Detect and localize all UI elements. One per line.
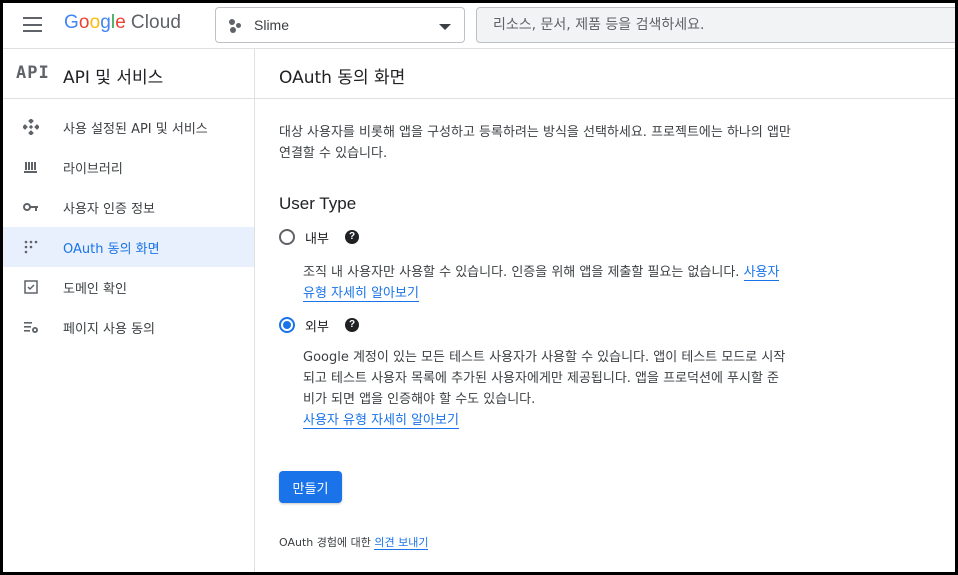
domain-verify-icon [24,280,38,294]
user-type-heading: User Type [279,194,357,213]
sidebar-item-page-usage-agreement[interactable]: 페이지 사용 동의 [3,307,254,347]
project-picker[interactable]: Slime [215,7,465,43]
project-icon [229,19,243,33]
internal-label: 내부 [305,232,329,247]
main-content: OAuth 동의 화면 대상 사용자를 비롯해 앱을 구성하고 등록하려는 방식… [255,49,955,572]
sidebar: API API 및 서비스 사용 설정된 API 및 서비스 라이브러리 사용자… [3,49,255,572]
internal-description: 조직 내 사용자만 사용할 수 있습니다. 인증을 위해 앱을 제출할 필요는 … [303,265,780,302]
oauth-icon [24,240,38,254]
sidebar-item-label: 라이브러리 [63,162,123,177]
internal-help-icon[interactable]: ? [345,230,359,244]
search-box[interactable] [476,7,955,43]
feedback-text: OAuth 경험에 대한 [279,536,371,549]
external-option: 외부 ? [279,314,399,338]
google-cloud-logo[interactable]: Google Cloud [64,12,181,34]
sidebar-item-label: OAuth 동의 화면 [63,242,160,257]
search-input[interactable] [477,8,955,42]
page-description: 대상 사용자를 비롯해 앱을 구성하고 등록하려는 방식을 선택하세요. 프로젝… [279,125,791,161]
hamburger-menu-icon[interactable] [23,17,42,32]
enabled-apis-icon [23,119,39,135]
page-settings-icon [24,322,38,333]
external-help-icon[interactable]: ? [345,318,359,332]
sidebar-item-enabled-apis[interactable]: 사용 설정된 API 및 서비스 [3,107,254,147]
sidebar-item-label: 사용 설정된 API 및 서비스 [63,122,208,137]
sidebar-header: API API 및 서비스 [3,49,254,99]
sidebar-item-label: 사용자 인증 정보 [63,202,155,217]
library-icon [24,162,37,173]
page-header: OAuth 동의 화면 [255,49,955,99]
key-icon [23,203,38,211]
top-bar: Google Cloud Slime [3,3,955,49]
feedback-line: OAuth 경험에 대한 의견 보내기 [279,534,429,550]
project-name: Slime [254,17,290,33]
sidebar-title: API 및 서비스 [63,68,164,88]
page-title: OAuth 동의 화면 [279,68,406,88]
sidebar-item-credentials[interactable]: 사용자 인증 정보 [3,187,254,227]
sidebar-item-label: 도메인 확인 [63,282,127,297]
create-button[interactable]: 만들기 [279,471,342,503]
api-logo-icon: API [16,63,50,83]
console-window: GoogleCloud Slime API API 및 서비스 [3,3,955,572]
external-description: Google 계정이 있는 모든 테스트 사용자가 사용할 수 있습니다. 앱이… [303,350,786,429]
internal-option: 내부 ? [279,226,399,250]
sidebar-item-label: 페이지 사용 동의 [63,322,155,337]
external-label: 외부 [305,320,329,335]
sidebar-item-domain-verification[interactable]: 도메인 확인 [3,267,254,307]
dropdown-caret-icon [439,24,451,30]
internal-radio[interactable] [279,229,295,245]
sidebar-item-library[interactable]: 라이브러리 [3,147,254,187]
send-feedback-link[interactable]: 의견 보내기 [374,536,429,550]
sidebar-item-oauth-consent[interactable]: OAuth 동의 화면 [3,227,254,267]
external-learn-more-link[interactable]: 사용자 유형 자세히 알아보기 [303,413,459,429]
external-radio[interactable] [279,317,295,333]
